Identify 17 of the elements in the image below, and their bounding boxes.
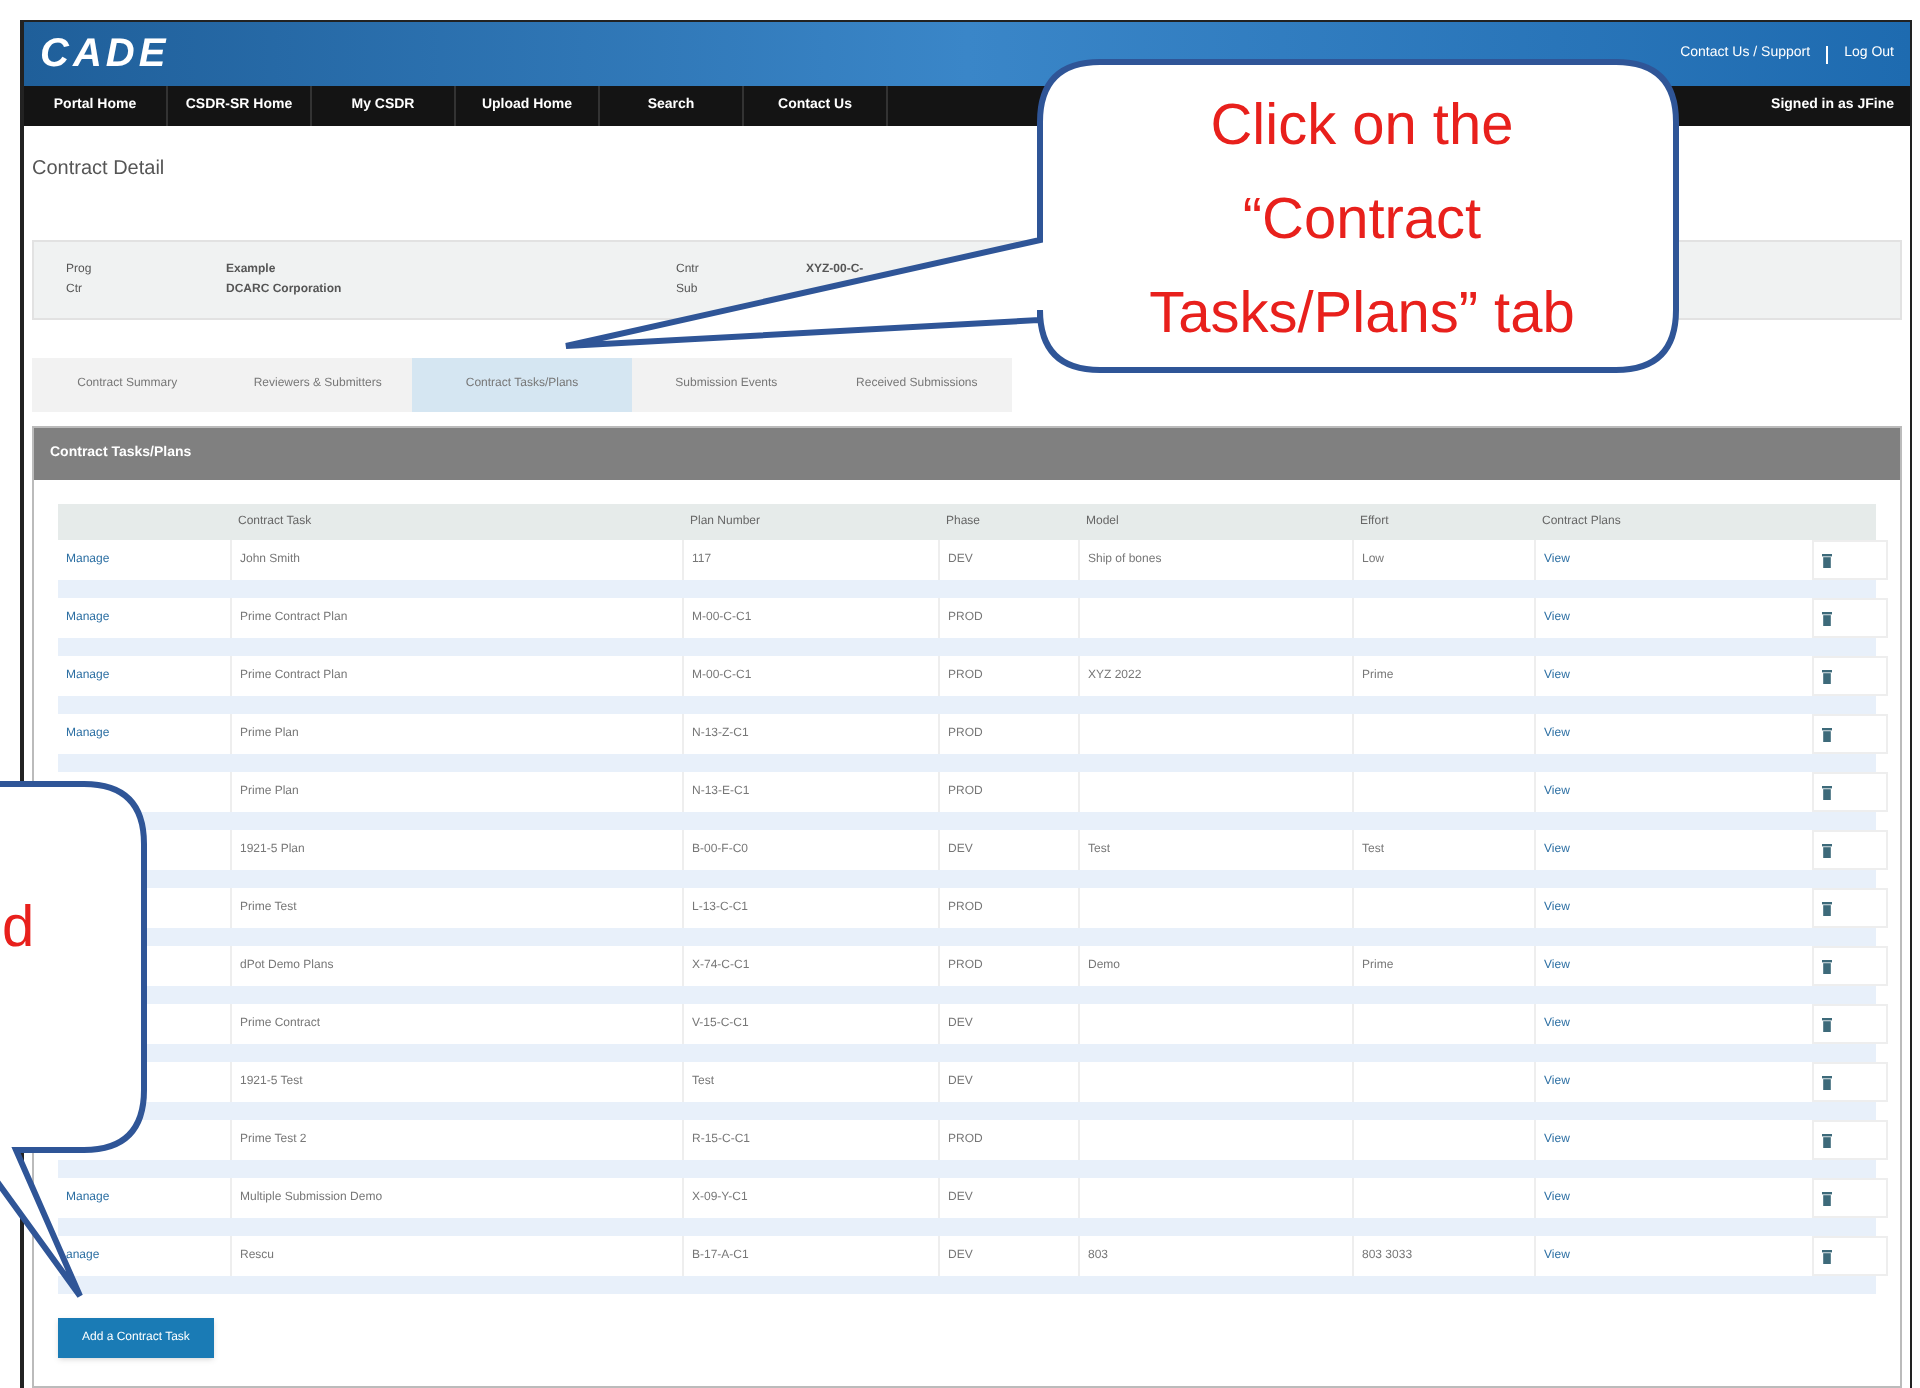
trash-icon[interactable] [1822, 1017, 1832, 1031]
logo[interactable]: CADE [40, 24, 170, 84]
trash-icon[interactable] [1822, 1133, 1832, 1147]
trash-icon[interactable] [1822, 785, 1832, 799]
trash-icon[interactable] [1822, 843, 1832, 857]
trash-icon[interactable] [1822, 611, 1832, 625]
callout-text: Click on the “Contract Tasks/Plans” tab [1147, 92, 1577, 350]
trash-icon[interactable] [1822, 959, 1832, 973]
trash-icon[interactable] [1822, 1249, 1832, 1263]
trash-icon[interactable] [1822, 727, 1832, 741]
trash-icon[interactable] [1822, 1075, 1832, 1089]
callout-text: d [2, 894, 35, 964]
page-title: Contract Detail [32, 158, 165, 180]
trash-icon[interactable] [1822, 901, 1832, 915]
trash-icon[interactable] [1822, 669, 1832, 683]
trash-icon[interactable] [1822, 553, 1832, 567]
trash-icon[interactable] [1822, 1191, 1832, 1205]
